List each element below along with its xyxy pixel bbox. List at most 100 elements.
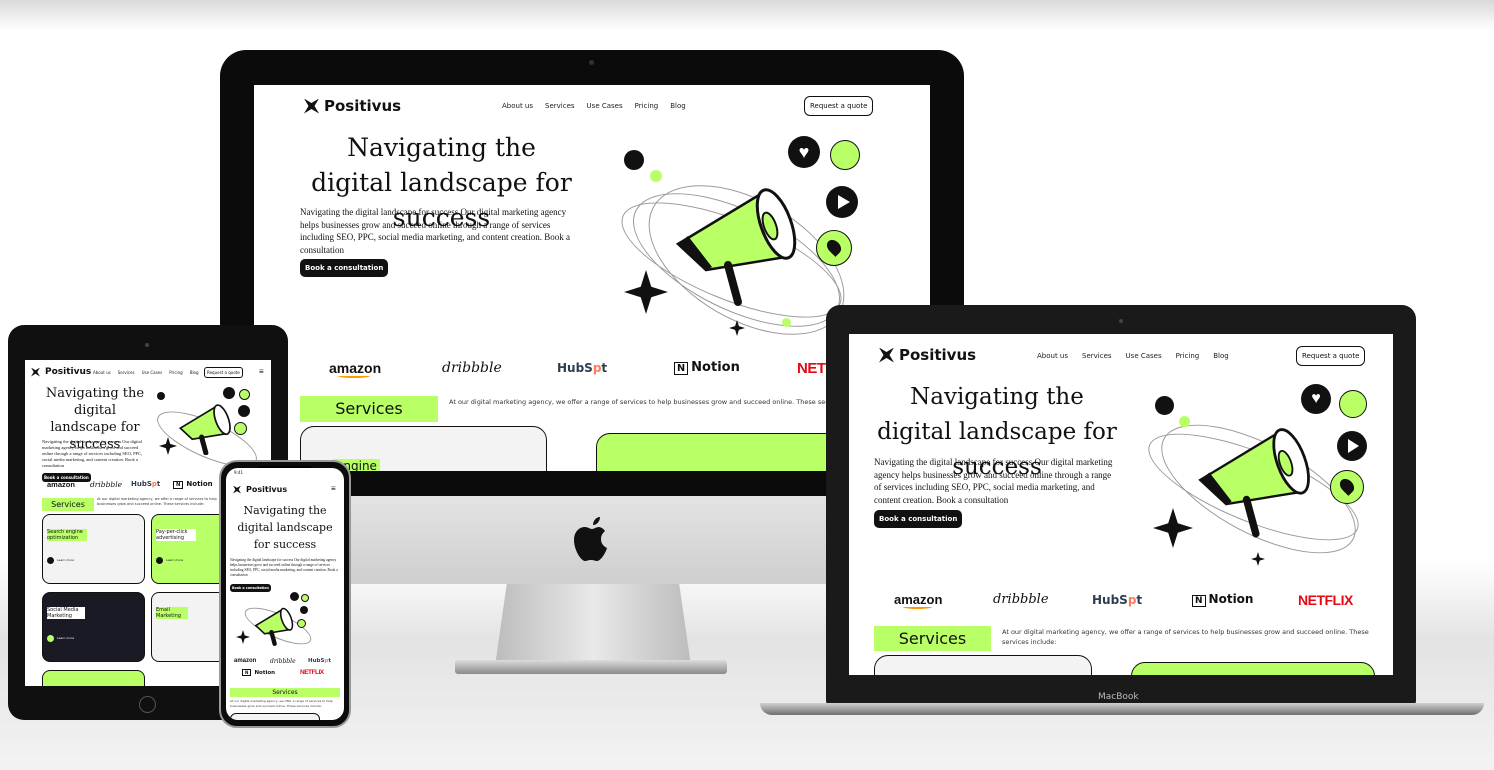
book-consultation-button[interactable]: Book a consultation bbox=[874, 510, 963, 528]
hubspot-post: t bbox=[156, 480, 161, 488]
client-logos: amazon dribbble HubSpt N Notion NETFLIX bbox=[849, 592, 1393, 614]
location-pin-icon bbox=[234, 422, 247, 435]
brand-logo[interactable]: Positivus bbox=[31, 367, 91, 377]
sparkle-star-icon bbox=[1153, 508, 1193, 548]
hero-body: Navigating the digital landscape for suc… bbox=[874, 457, 1113, 505]
request-quote-button[interactable]: Request a quote bbox=[1296, 346, 1366, 366]
nav-services[interactable]: Services bbox=[545, 102, 575, 110]
play-icon bbox=[1337, 431, 1367, 461]
hubspot-post: t bbox=[601, 361, 608, 375]
phone-time: 9:41 bbox=[234, 470, 243, 475]
netflix-logo: NETFLIX bbox=[300, 669, 324, 676]
hubspot-pre: HubS bbox=[1092, 593, 1128, 607]
service-card-seo[interactable] bbox=[230, 713, 320, 720]
nav-blog[interactable]: Blog bbox=[670, 102, 685, 110]
notion-text: Notion bbox=[1208, 592, 1254, 606]
amazon-logo: amazon bbox=[234, 658, 257, 664]
notion-logo: N Notion bbox=[173, 480, 213, 489]
hamburger-menu-icon[interactable]: ≡ bbox=[331, 485, 336, 493]
learn-more-arrow-icon[interactable] bbox=[47, 635, 54, 642]
brand-logo[interactable]: Positivus bbox=[233, 485, 287, 494]
amazon-smile bbox=[338, 374, 370, 378]
service-card-seo[interactable] bbox=[874, 655, 1092, 675]
book-consultation-button[interactable]: Book a consultation bbox=[300, 259, 389, 277]
hubspot-logo: HubSpt bbox=[308, 658, 331, 664]
nav-about[interactable]: About us bbox=[93, 370, 111, 375]
notion-mark-icon: N bbox=[674, 362, 689, 375]
nav-about[interactable]: About us bbox=[1037, 352, 1068, 360]
client-logos: amazon dribbble HubSpt N Notion NETFLIX bbox=[226, 658, 344, 682]
brand-logo[interactable]: Positivus bbox=[879, 346, 976, 364]
nav-services[interactable]: Services bbox=[118, 370, 135, 375]
amazon-logo: amazon bbox=[47, 480, 75, 489]
learn-more-link[interactable]: Learn more bbox=[57, 636, 74, 640]
nav-blog[interactable]: Blog bbox=[190, 370, 199, 375]
card-title: Email Marketing bbox=[156, 607, 188, 619]
imac-stand-neck bbox=[495, 584, 691, 666]
learn-more-link[interactable]: Learn more bbox=[166, 558, 183, 562]
brand-name: Positivus bbox=[899, 346, 977, 364]
book-consultation-button[interactable]: Book a consultation bbox=[230, 584, 271, 592]
services-heading: Services bbox=[42, 498, 94, 511]
hero-body: Navigating the digital landscape for suc… bbox=[300, 207, 570, 255]
hero-body: Navigating the digital landscape for suc… bbox=[42, 439, 143, 468]
play-triangle bbox=[1348, 439, 1359, 453]
nav-services[interactable]: Services bbox=[1082, 352, 1112, 360]
card-title: Pay-per-click advertising bbox=[156, 529, 196, 541]
hero-illustration: ♥ bbox=[1136, 382, 1381, 582]
share-icon bbox=[830, 140, 860, 170]
hubspot-pre: HubS bbox=[131, 480, 152, 488]
heart-icon bbox=[223, 387, 235, 399]
nav-use-cases[interactable]: Use Cases bbox=[1126, 352, 1162, 360]
dribbble-logo: dribbble bbox=[90, 480, 123, 489]
notion-text: Notion bbox=[691, 360, 740, 375]
nav-pricing[interactable]: Pricing bbox=[169, 370, 182, 375]
notion-logo: N Notion bbox=[1192, 592, 1253, 607]
heart-icon bbox=[290, 592, 299, 601]
pin-dot bbox=[1337, 476, 1357, 496]
nav-pricing[interactable]: Pricing bbox=[1176, 352, 1200, 360]
brand-logo[interactable]: Positivus bbox=[304, 97, 401, 115]
service-card-next[interactable] bbox=[42, 670, 145, 686]
hubspot-pre: HubS bbox=[308, 658, 325, 664]
request-quote-button[interactable]: Request a quote bbox=[204, 367, 243, 378]
services-intro: At our digital marketing agency, we offe… bbox=[1002, 628, 1369, 646]
play-icon bbox=[300, 606, 308, 614]
megaphone-icon bbox=[675, 188, 797, 306]
learn-more-link[interactable]: Learn more bbox=[57, 558, 74, 562]
heart-icon: ♥ bbox=[788, 136, 820, 168]
hubspot-pre: HubS bbox=[557, 361, 593, 375]
service-card-seo[interactable]: Search engine optimization Learn more bbox=[42, 514, 145, 584]
play-icon bbox=[826, 186, 858, 218]
nav-use-cases[interactable]: Use Cases bbox=[587, 102, 623, 110]
dribbble-logo: dribbble bbox=[993, 592, 1049, 607]
nav-about[interactable]: About us bbox=[502, 102, 533, 110]
hubspot-logo: HubSpt bbox=[1092, 593, 1142, 607]
macbook-label: MacBook bbox=[1098, 692, 1139, 702]
learn-more-arrow-icon[interactable] bbox=[156, 557, 163, 564]
request-quote-button[interactable]: Request a quote bbox=[804, 96, 874, 116]
notion-text: Notion bbox=[254, 670, 276, 676]
iphone-screen: 9:41 Positivus ≡ Navigating the digital … bbox=[226, 468, 344, 720]
notion-mark-icon: N bbox=[173, 481, 184, 489]
ipad-camera bbox=[145, 343, 149, 347]
location-pin-icon bbox=[816, 230, 852, 266]
nav-blog[interactable]: Blog bbox=[1213, 352, 1228, 360]
service-card-social[interactable]: Social Media Marketing Learn more bbox=[42, 592, 145, 662]
notion-text: Notion bbox=[186, 480, 213, 488]
macbook-base bbox=[760, 703, 1484, 715]
nav-pricing[interactable]: Pricing bbox=[635, 102, 659, 110]
decor-dot bbox=[624, 150, 644, 170]
service-card-ppc[interactable] bbox=[1131, 662, 1375, 675]
hubspot-post: t bbox=[328, 658, 331, 664]
hamburger-menu-icon[interactable]: ≡ bbox=[259, 368, 264, 376]
learn-more-arrow-icon[interactable] bbox=[47, 557, 54, 564]
play-icon bbox=[238, 405, 250, 417]
services-intro: At our digital marketing agency, we offe… bbox=[97, 497, 217, 506]
play-triangle bbox=[838, 195, 850, 209]
sparkle-star-icon bbox=[236, 630, 250, 644]
positivus-logo-icon bbox=[233, 485, 241, 494]
decor-dot bbox=[782, 318, 791, 327]
nav-use-cases[interactable]: Use Cases bbox=[142, 370, 163, 375]
main-nav: About us Services Use Cases Pricing Blog bbox=[1037, 352, 1229, 360]
